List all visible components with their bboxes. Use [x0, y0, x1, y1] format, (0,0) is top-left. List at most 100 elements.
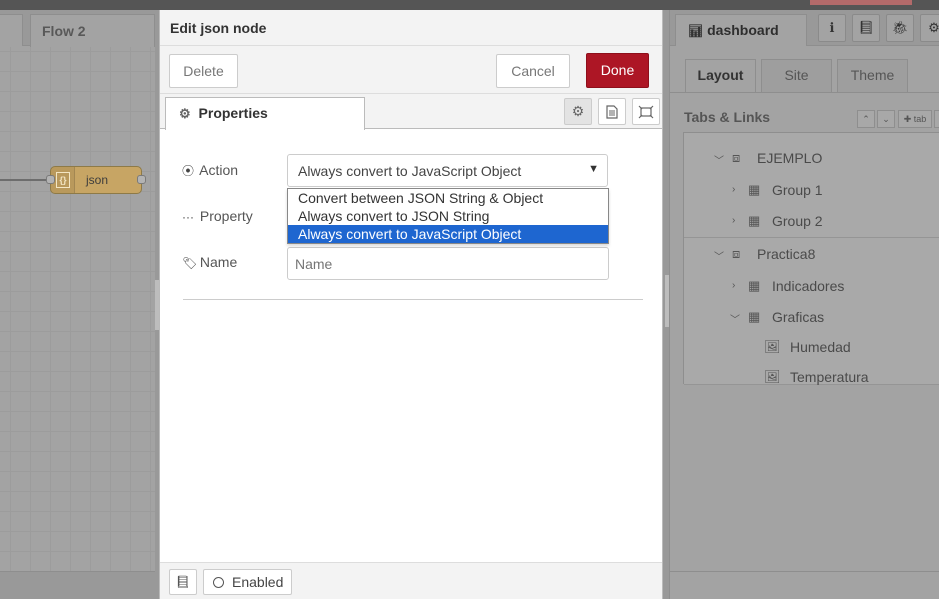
subtab-site[interactable]: Site — [761, 59, 832, 92]
node-description-button[interactable] — [598, 98, 626, 125]
tray-footer: 📘︎ Enabled — [160, 562, 662, 599]
chevron-right-icon: › — [732, 280, 736, 291]
form-divider — [183, 299, 643, 300]
deploy-button-edge — [810, 0, 912, 5]
gear-icon: ⚙ — [571, 103, 585, 119]
tree-group-graficas[interactable]: ﹀ ▦ Graficas — [684, 302, 939, 333]
tree-widget-temperatura[interactable]: 🖼︎ Temperatura — [684, 362, 939, 393]
more-button[interactable] — [934, 110, 939, 128]
chevron-down-icon: ﹀ — [714, 252, 724, 263]
tree-label: Group 2 — [772, 213, 823, 229]
help-button[interactable]: 📘︎ — [852, 14, 880, 42]
sidebar-footer — [670, 571, 939, 599]
dropdown-option[interactable]: Always convert to JSON String — [288, 207, 608, 225]
workspace-tab-previous[interactable] — [0, 14, 23, 46]
enabled-toggle[interactable]: Enabled — [203, 569, 292, 595]
radio-dot-icon: ⦿ — [182, 164, 195, 178]
tree-group-indicadores[interactable]: › ▦ Indicadores — [684, 271, 939, 302]
chevron-up-icon: ⌃ — [862, 114, 870, 124]
name-label: 🏷︎ Name — [182, 254, 237, 270]
cancel-button[interactable]: Cancel — [496, 54, 570, 88]
sidebar-header: 📊︎ dashboard ℹ 📘︎ 🐞︎ ⚙ — [670, 10, 939, 46]
dropdown-option-selected[interactable]: Always convert to JavaScript Object — [288, 225, 608, 243]
action-label-text: Action — [199, 162, 239, 178]
book-icon: 📘︎ — [857, 20, 875, 35]
tree-label: Indicadores — [772, 278, 845, 294]
node-appearance-button[interactable] — [632, 98, 660, 125]
document-icon — [606, 105, 618, 119]
subtab-theme[interactable]: Theme — [837, 59, 908, 92]
chevron-down-icon: ﹀ — [730, 315, 740, 326]
bug-icon: 🐞︎ — [891, 20, 909, 35]
chevron-down-icon: ⌄ — [882, 114, 890, 124]
name-input[interactable] — [287, 247, 609, 280]
grid-icon: ▦ — [748, 309, 761, 324]
bar-chart-icon: 📊︎ — [688, 24, 704, 38]
tab-flow-2[interactable]: Flow 2 — [30, 14, 155, 47]
chevron-down-icon: ﹀ — [714, 156, 724, 167]
tree-label: Temperatura — [790, 369, 869, 385]
tray-toolbar: Delete Cancel Done — [160, 46, 662, 94]
workspace-footer — [0, 571, 155, 599]
tree-group-2[interactable]: › ▦ Group 2 — [684, 206, 939, 237]
tree-label: Group 1 — [772, 182, 823, 198]
sidebar: 📊︎ dashboard ℹ 📘︎ 🐞︎ ⚙ Layout Site Theme… — [669, 10, 939, 599]
workspace: Flow 2 {} json — [0, 10, 155, 599]
app-header — [0, 0, 939, 10]
gear-icon: ⚙ — [179, 106, 191, 121]
expand-all-button[interactable]: ⌄ — [877, 110, 895, 128]
tree-widget-humedad[interactable]: 🖼︎ Humedad — [684, 332, 939, 363]
gear-icon: ⚙ — [928, 20, 939, 35]
circle-icon — [213, 577, 224, 588]
debug-button[interactable]: 🐞︎ — [886, 14, 914, 42]
grid-icon: ▦ — [748, 182, 761, 197]
tab-dashboard[interactable]: 📊︎ dashboard — [675, 14, 807, 46]
add-tab-button[interactable]: ✚ tab — [898, 110, 932, 128]
delete-button[interactable]: Delete — [169, 54, 238, 88]
flow-canvas[interactable] — [0, 47, 155, 571]
tree-label: Humedad — [790, 339, 851, 355]
info-icon: ℹ — [829, 20, 835, 35]
help-book-button[interactable]: 📘︎ — [169, 569, 197, 595]
json-icon: {} — [56, 172, 70, 188]
collapse-all-button[interactable]: ⌃ — [857, 110, 875, 128]
tray-header: Edit json node — [160, 10, 662, 46]
tab-properties[interactable]: ⚙ Properties — [165, 97, 365, 130]
tree-label: EJEMPLO — [757, 150, 823, 166]
tree-group-1[interactable]: › ▦ Group 1 — [684, 175, 939, 206]
tray-title: Edit json node — [170, 20, 267, 36]
node-output-port[interactable] — [137, 175, 146, 184]
add-tab-label: tab — [913, 114, 927, 124]
grid-icon: ▦ — [748, 213, 761, 228]
tree-tab-practica8[interactable]: ﹀ ⧈ Practica8 — [684, 239, 939, 270]
grid-icon: ▦ — [748, 278, 761, 293]
property-label-text: Property — [199, 208, 253, 224]
action-select[interactable]: Always convert to JavaScript Object ▼ — [287, 154, 608, 187]
info-button[interactable]: ℹ — [818, 14, 846, 42]
node-label: json — [86, 173, 109, 187]
subtab-divider — [670, 92, 939, 93]
done-button[interactable]: Done — [586, 53, 649, 88]
tree-tab-ejemplo[interactable]: ﹀ ⧈ EJEMPLO — [684, 143, 939, 174]
tab-dashboard-label: dashboard — [707, 22, 779, 38]
config-button[interactable]: ⚙ — [920, 14, 939, 42]
node-input-port[interactable] — [46, 175, 55, 184]
layout-tree: ﹀ ⧈ EJEMPLO › ▦ Group 1 › ▦ Group 2 ﹀ ⧈ … — [683, 132, 939, 385]
node-properties-button[interactable]: ⚙ — [564, 98, 592, 125]
node-wire[interactable] — [0, 179, 52, 181]
tray-tabbar: ⚙ Properties ⚙ — [160, 94, 662, 130]
workspace-tabs: Flow 2 — [0, 10, 155, 47]
property-label: ··· Property — [182, 208, 253, 224]
subtab-layout[interactable]: Layout — [685, 59, 756, 92]
edit-tray: Edit json node Delete Cancel Done ⚙ Prop… — [159, 10, 663, 599]
tree-label: Practica8 — [757, 246, 816, 262]
ellipsis-icon: ··· — [182, 210, 194, 224]
chevron-right-icon: › — [732, 184, 736, 195]
tabs-links-title: Tabs & Links — [684, 109, 771, 125]
tab-properties-label: Properties — [198, 105, 268, 121]
dropdown-option[interactable]: Convert between JSON String & Object — [288, 189, 608, 207]
tree-label: Graficas — [772, 309, 825, 325]
frame-icon: ⧈ — [732, 150, 741, 165]
json-node[interactable]: {} json — [50, 166, 142, 194]
plus-icon: ✚ — [903, 114, 912, 124]
